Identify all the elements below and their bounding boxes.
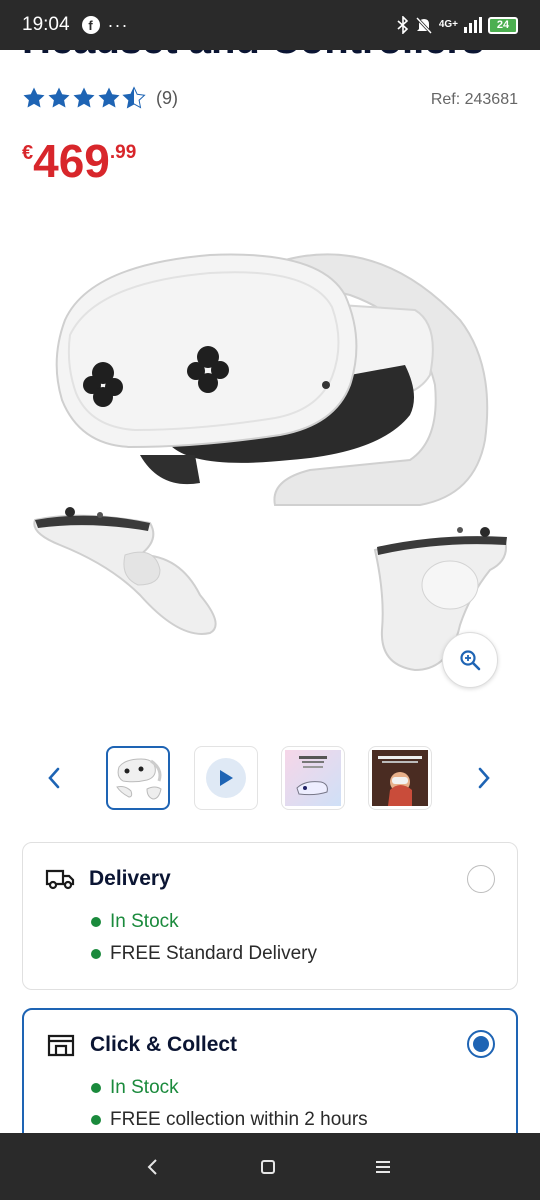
lifestyle-thumb bbox=[372, 750, 428, 806]
rating-count[interactable]: (9) bbox=[156, 88, 178, 109]
gallery-prev-button[interactable] bbox=[34, 758, 74, 798]
star-icon bbox=[23, 87, 45, 108]
store-icon bbox=[47, 1034, 75, 1057]
play-icon bbox=[220, 770, 233, 786]
gallery-thumb-lifestyle[interactable] bbox=[368, 746, 432, 810]
chevron-right-icon bbox=[478, 767, 490, 789]
home-icon bbox=[261, 1160, 275, 1174]
status-icons: 4G+ 24 bbox=[397, 16, 518, 34]
more-notifications-icon: ··· bbox=[107, 14, 129, 35]
delivery-detail: FREE Standard Delivery bbox=[91, 943, 317, 965]
price-integer: 469 bbox=[33, 135, 110, 187]
status-dot-icon bbox=[91, 917, 101, 927]
price-decimal: .99 bbox=[109, 142, 137, 163]
delivery-stock-text: In Stock bbox=[110, 911, 179, 932]
half-star-icon bbox=[122, 86, 146, 109]
rating[interactable]: (9) bbox=[22, 86, 178, 110]
click-collect-detail: FREE collection within 2 hours bbox=[91, 1109, 368, 1131]
product-price: € 469 .99 bbox=[22, 136, 136, 186]
product-ref: Ref: 243681 bbox=[430, 91, 518, 108]
delivery-stock-status: In Stock bbox=[91, 911, 179, 933]
battery-promo-thumb bbox=[285, 750, 341, 806]
click-collect-detail-text: FREE collection within 2 hours bbox=[110, 1109, 368, 1130]
back-icon bbox=[147, 1159, 157, 1175]
click-collect-header: Click & Collect bbox=[46, 1032, 237, 1058]
status-dot-icon bbox=[91, 949, 101, 959]
zoom-in-icon bbox=[460, 650, 481, 671]
gallery-thumb-video[interactable] bbox=[194, 746, 258, 810]
delivery-radio[interactable] bbox=[467, 865, 495, 893]
signal-icon bbox=[464, 17, 482, 33]
product-page: Headset and Controllers 19:04 f ··· 4G+ … bbox=[0, 0, 540, 1200]
vr-headset-with-controllers-image[interactable] bbox=[20, 225, 520, 695]
status-dot-icon bbox=[91, 1115, 101, 1125]
gallery-thumb-battery-promo[interactable] bbox=[281, 746, 345, 810]
status-time: 19:04 bbox=[22, 14, 70, 35]
zoom-in-button[interactable] bbox=[442, 632, 498, 688]
bluetooth-icon bbox=[397, 16, 408, 34]
status-bar: 19:04 f ··· 4G+ 24 bbox=[0, 0, 540, 50]
click-collect-radio[interactable] bbox=[467, 1030, 495, 1058]
image-gallery-thumbnails bbox=[0, 744, 540, 812]
star-icon bbox=[73, 87, 95, 108]
delivery-title: Delivery bbox=[89, 867, 171, 890]
menu-icon bbox=[376, 1161, 390, 1173]
headset-thumb bbox=[116, 758, 162, 800]
delivery-detail-text: FREE Standard Delivery bbox=[110, 943, 317, 964]
facebook-icon: f bbox=[81, 16, 100, 34]
star-icon bbox=[98, 87, 120, 108]
menu-button[interactable] bbox=[363, 1151, 403, 1183]
price-currency: € bbox=[22, 142, 34, 164]
chevron-left-icon bbox=[48, 767, 60, 789]
battery-icon: 24 bbox=[488, 16, 518, 34]
back-button[interactable] bbox=[132, 1151, 172, 1183]
star-icon bbox=[48, 87, 70, 108]
status-dot-icon bbox=[91, 1083, 101, 1093]
system-navigation-bar bbox=[0, 1133, 540, 1200]
click-collect-title: Click & Collect bbox=[90, 1033, 238, 1056]
gallery-next-button[interactable] bbox=[464, 758, 504, 798]
click-collect-stock-text: In Stock bbox=[110, 1077, 179, 1098]
click-collect-stock-status: In Stock bbox=[91, 1077, 179, 1099]
mute-icon bbox=[415, 16, 432, 34]
gallery-thumb-headset[interactable] bbox=[106, 746, 170, 810]
home-button[interactable] bbox=[248, 1151, 288, 1183]
delivery-header: Delivery bbox=[45, 867, 171, 891]
network-type: 4G+ bbox=[438, 19, 458, 30]
truck-icon bbox=[45, 869, 75, 890]
delivery-option-card[interactable]: Delivery In Stock FREE Standard Delivery bbox=[22, 842, 518, 990]
rating-stars bbox=[22, 86, 146, 110]
